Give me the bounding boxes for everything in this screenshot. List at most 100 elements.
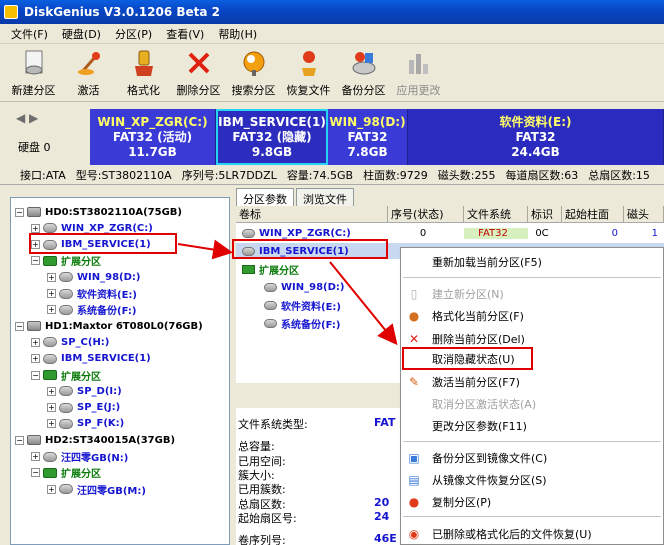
tree-disk-node[interactable]: − HD1:Maxtor 6T080L0(76GB): [15, 318, 203, 334]
new-partition-icon: [25, 50, 42, 75]
tree-node-label: 扩展分区: [61, 257, 101, 269]
context-menu-label: 已删除或格式化后的文件恢复(U): [432, 528, 592, 541]
tree-disk-node[interactable]: − HD2:ST340015A(37GB): [15, 432, 175, 448]
context-menu: 重新加载当前分区(F5) ▯ 建立新分区(N) ● 格式化当前分区(F) ✕ 删除当前分区(…: [400, 247, 664, 545]
partition-block-selected[interactable]: IBM_SERVICE(1) FAT32 (隐藏) 9.8GB: [216, 109, 328, 165]
tree-node-label: WIN_XP_ZGR(C:): [61, 222, 153, 234]
expand-toggle-icon[interactable]: +: [47, 484, 56, 494]
tree-partition-node[interactable]: + IBM_SERVICE(1): [31, 237, 151, 253]
partition-block[interactable]: WIN_98(D:) FAT32 7.8GB: [328, 109, 408, 165]
tab-partition-params[interactable]: 分区参数: [236, 188, 294, 206]
tree-node-label: SP_F(K:): [77, 418, 125, 430]
expand-toggle-icon[interactable]: +: [31, 240, 40, 250]
expand-toggle-icon[interactable]: −: [31, 370, 40, 380]
menu-separator: [403, 516, 661, 517]
context-menu-item[interactable]: ▤ 从镜像文件恢复分区(S): [401, 470, 664, 490]
expand-toggle-icon[interactable]: +: [31, 452, 40, 461]
menu-partition[interactable]: 分区(P): [108, 26, 159, 42]
activate-button[interactable]: 激活: [61, 44, 116, 100]
expand-toggle-icon[interactable]: +: [47, 272, 56, 282]
expand-toggle-icon[interactable]: +: [47, 289, 56, 298]
cell-volume: 系统备份(F:): [236, 316, 388, 331]
tree-partition-node[interactable]: + SP_E(J:): [47, 400, 120, 416]
menu-disk[interactable]: 硬盘(D): [55, 26, 108, 42]
tree-partition-node[interactable]: − 扩展分区: [31, 253, 101, 269]
cell-volume-label: 软件资料(E:): [281, 301, 341, 313]
tree-partition-node[interactable]: − 扩展分区: [31, 367, 101, 383]
tree-partition-node[interactable]: + SP_C(H:): [31, 334, 109, 350]
tree-disk-node[interactable]: − HD0:ST3802110A(75GB): [15, 204, 182, 220]
partition-size: 7.8GB: [347, 144, 388, 159]
disk-tree[interactable]: − HD0:ST3802110A(75GB) + WIN_XP_ZGR(C:) + IBM…: [10, 197, 230, 545]
expand-toggle-icon[interactable]: +: [47, 419, 56, 429]
expand-toggle-icon[interactable]: +: [31, 337, 40, 347]
expand-toggle-icon[interactable]: +: [47, 386, 56, 396]
partition-block[interactable]: 软件资料(E:) FAT32 24.4GB: [408, 109, 664, 165]
context-menu-label: 建立新分区(N): [432, 288, 504, 301]
col-file-system[interactable]: 文件系统: [464, 206, 528, 222]
format-label: 格式化: [127, 84, 160, 97]
menu-help[interactable]: 帮助(H): [211, 26, 264, 42]
tab-browse-files[interactable]: 浏览文件: [296, 188, 354, 206]
partition-icon: [59, 484, 73, 495]
context-menu-item[interactable]: ✎ 激活当前分区(F7): [401, 372, 664, 392]
context-menu-item[interactable]: 取消隐藏状态(U): [401, 349, 664, 369]
expand-toggle-icon[interactable]: +: [47, 305, 56, 315]
expand-toggle-icon[interactable]: +: [47, 403, 56, 413]
col-volume-label[interactable]: 卷标: [236, 206, 388, 222]
col-head[interactable]: 磁头: [624, 206, 664, 222]
search-partition-button[interactable]: 搜索分区: [226, 44, 281, 100]
apply-changes-button[interactable]: 应用更改: [391, 44, 446, 100]
expand-toggle-icon[interactable]: −: [31, 468, 40, 478]
expand-toggle-icon[interactable]: +: [31, 354, 40, 364]
table-row[interactable]: WIN_XP_ZGR(C:) 0 FAT32 0C 0 1: [236, 225, 664, 241]
cell-volume: WIN_XP_ZGR(C:): [236, 228, 388, 239]
tree-partition-node[interactable]: + 汪四零GB(M:): [47, 481, 146, 497]
cell-head: 1: [651, 227, 658, 239]
expand-toggle-icon[interactable]: −: [31, 256, 40, 266]
context-menu-item[interactable]: ▣ 备份分区到镜像文件(C): [401, 448, 664, 468]
col-start-cylinder[interactable]: 起始柱面: [562, 206, 624, 222]
expand-toggle-icon[interactable]: +: [31, 223, 40, 233]
new-partition-button[interactable]: 新建分区: [6, 44, 61, 100]
col-index-status[interactable]: 序号(状态): [388, 206, 464, 222]
expand-toggle-icon[interactable]: −: [15, 207, 24, 217]
recover-files-button[interactable]: 恢复文件: [281, 44, 336, 100]
tree-partition-node[interactable]: + SP_D(I:): [47, 383, 122, 399]
tree-partition-node[interactable]: + 汪四零GB(N:): [31, 449, 128, 465]
format-button[interactable]: 格式化: [116, 44, 171, 100]
tree-node-label: 汪四零GB(N:): [61, 453, 129, 464]
partition-block[interactable]: WIN_XP_ZGR(C:) FAT32 (活动) 11.7GB: [90, 109, 216, 165]
disk-nav-arrows[interactable]: ◀ ▶: [16, 111, 38, 125]
context-menu-item[interactable]: ▯ 建立新分区(N): [401, 284, 664, 304]
tree-partition-node[interactable]: + WIN_XP_ZGR(C:): [31, 220, 153, 236]
expand-toggle-icon[interactable]: −: [15, 321, 24, 331]
tree-partition-node[interactable]: − 扩展分区: [31, 465, 101, 481]
tree-partition-node[interactable]: + 系统备份(F:): [47, 302, 136, 318]
backup-partition-button[interactable]: 备份分区: [336, 44, 391, 100]
tree-partition-node[interactable]: + IBM_SERVICE(1): [31, 351, 151, 367]
context-menu-item[interactable]: ◉ 已删除或格式化后的文件恢复(U): [401, 524, 664, 544]
tree-partition-node[interactable]: + SP_F(K:): [47, 416, 124, 432]
expand-toggle-icon[interactable]: −: [15, 435, 24, 445]
tree-node-label: 软件资料(E:): [77, 290, 137, 301]
recover-icon: ◉: [408, 527, 420, 541]
context-menu-item[interactable]: 更改分区参数(F11): [401, 416, 664, 436]
tree-partition-node[interactable]: + WIN_98(D:): [47, 269, 140, 285]
menu-file[interactable]: 文件(F): [4, 26, 55, 42]
info-total-sectors: 总扇区数:15: [588, 168, 650, 182]
context-menu-item[interactable]: ✕ 删除当前分区(Del): [401, 329, 664, 349]
info-model: 型号:ST3802110A: [75, 168, 172, 182]
tree-node-label: SP_C(H:): [61, 336, 110, 348]
delete-partition-button[interactable]: 删除分区: [171, 44, 226, 100]
delete-icon: ✕: [408, 332, 420, 346]
context-menu-item[interactable]: 取消分区激活状态(A): [401, 394, 664, 414]
context-menu-item[interactable]: 重新加载当前分区(F5): [401, 252, 664, 272]
col-id[interactable]: 标识: [528, 206, 562, 222]
format-icon: ●: [408, 309, 420, 323]
context-menu-item[interactable]: ● 复制分区(P): [401, 492, 664, 512]
partition-icon: [43, 239, 57, 250]
context-menu-item[interactable]: ● 格式化当前分区(F): [401, 306, 664, 326]
tree-partition-node[interactable]: + 软件资料(E:): [47, 286, 137, 302]
menu-view[interactable]: 查看(V): [159, 26, 211, 42]
